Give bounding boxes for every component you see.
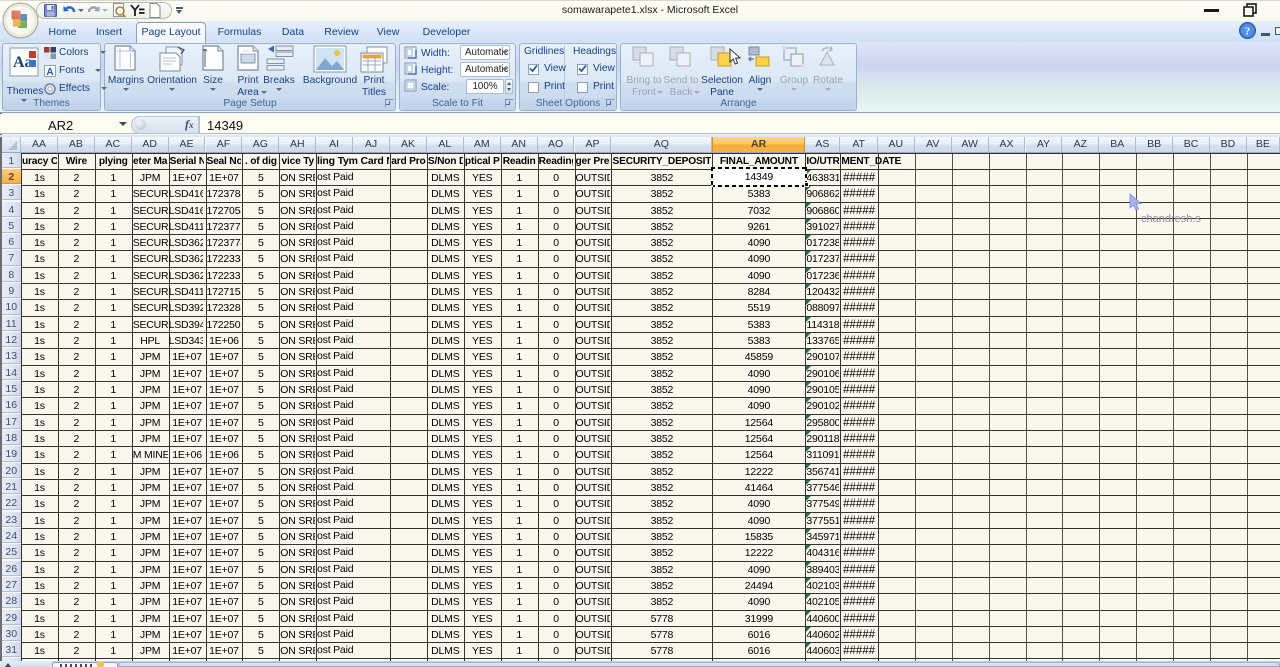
- svg-text:?: ?: [1245, 26, 1251, 38]
- svg-text:A: A: [46, 67, 53, 77]
